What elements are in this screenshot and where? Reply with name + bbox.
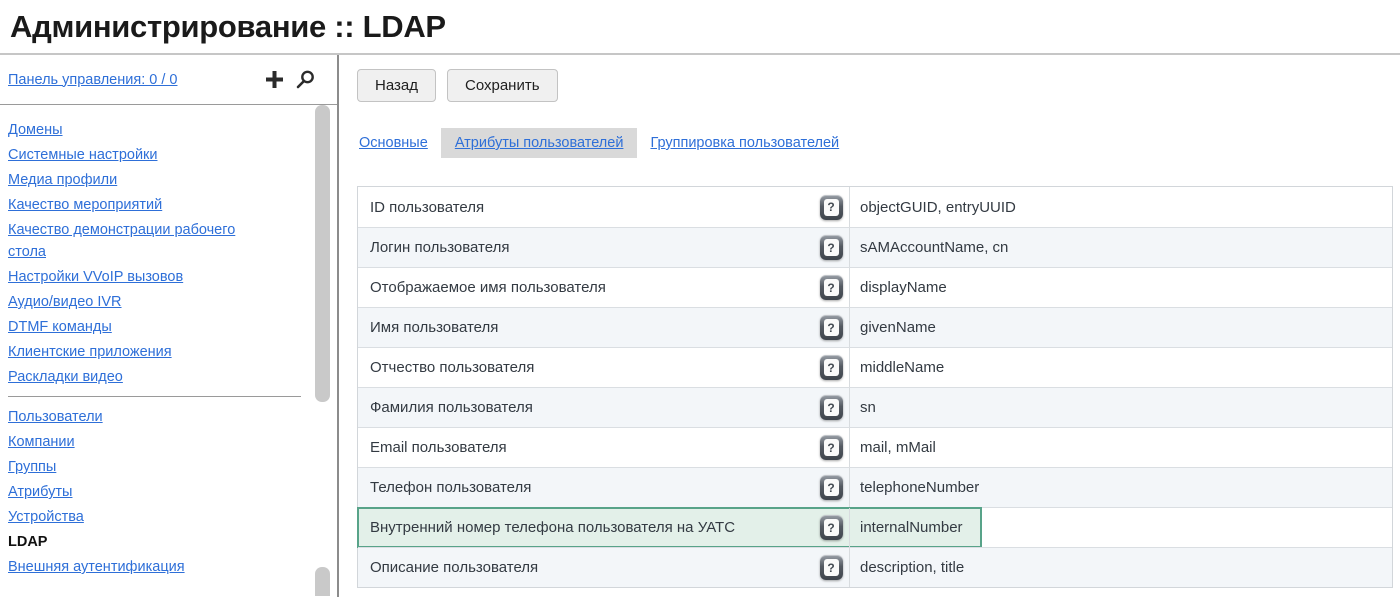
toolbar: Назад Сохранить: [357, 69, 1400, 102]
sidebar: Панель управления: 0 / 0 Домены Системные…: [0, 55, 339, 597]
attr-label: Имя пользователя: [358, 319, 813, 336]
sidebar-item-media-profiles[interactable]: Медиа профили: [8, 172, 117, 188]
help-icon[interactable]: ?: [820, 515, 843, 540]
attr-label: Телефон пользователя: [358, 479, 813, 496]
page-header: Администрирование :: LDAP: [0, 0, 1400, 55]
sidebar-group-directory: Пользователи Компании Группы Атрибуты Устрой…: [8, 406, 258, 578]
tab-bar: Основные Атрибуты пользователей Группировк…: [357, 127, 1400, 159]
control-panel-link[interactable]: Панель управления: 0 / 0: [8, 72, 177, 88]
back-button[interactable]: Назад: [357, 69, 436, 102]
attr-label: ID пользователя: [358, 199, 813, 216]
sidebar-item-companies[interactable]: Компании: [8, 434, 75, 450]
sidebar-item-external-auth[interactable]: Внешняя аутентификация: [8, 559, 185, 575]
save-button[interactable]: Сохранить: [447, 69, 558, 102]
table-row-user-last-name: Фамилия пользователя? sn: [358, 387, 1392, 427]
help-icon[interactable]: ?: [820, 395, 843, 420]
help-icon[interactable]: ?: [820, 275, 843, 300]
attributes-table: ID пользователя?objectGUID, entryUUIDЛог…: [357, 186, 1393, 588]
tab-user-attributes[interactable]: Атрибуты пользователей: [441, 128, 638, 158]
sidebar-header-icons: [266, 70, 315, 89]
table-row-user-display-name: Отображаемое имя пользователя? displayNam…: [358, 267, 1392, 307]
page-title: Администрирование :: LDAP: [10, 9, 446, 45]
table-row-user-middle-name: Отчество пользователя? middleName: [358, 347, 1392, 387]
content: Панель управления: 0 / 0 Домены Системные…: [0, 55, 1400, 597]
attr-value: mail, mMail: [849, 428, 1392, 467]
page: Администрирование :: LDAP Панель управле…: [0, 0, 1400, 597]
table-row-user-id: ID пользователя? objectGUID, entryUUID: [358, 187, 1392, 227]
help-icon[interactable]: ?: [820, 235, 843, 260]
add-icon[interactable]: [266, 71, 283, 88]
sidebar-item-screen-share-quality[interactable]: Качество демонстрации рабочего стола: [8, 222, 235, 260]
help-glyph: ?: [824, 479, 839, 496]
sidebar-group-system: Домены Системные настройки Медиа профили Ка…: [8, 119, 258, 388]
help-glyph: ?: [824, 519, 839, 536]
scrollbar-thumb-upper[interactable]: [315, 105, 330, 402]
sidebar-item-groups[interactable]: Группы: [8, 459, 56, 475]
search-icon[interactable]: [296, 70, 315, 89]
help-icon[interactable]: ?: [820, 355, 843, 380]
main-panel: Назад Сохранить Основные Атрибуты пользов…: [339, 55, 1400, 597]
sidebar-item-devices[interactable]: Устройства: [8, 509, 84, 525]
table-row-user-internal-number: Внутренний номер телефона пользователя н…: [358, 507, 1392, 547]
sidebar-item-ldap: LDAP: [8, 534, 47, 550]
help-icon[interactable]: ?: [820, 315, 843, 340]
sidebar-divider: [8, 396, 301, 397]
help-icon[interactable]: ?: [820, 555, 843, 580]
help-glyph: ?: [824, 399, 839, 416]
table-row-user-login: Логин пользователя? sAMAccountName, cn: [358, 227, 1392, 267]
sidebar-item-video-layouts[interactable]: Раскладки видео: [8, 369, 123, 385]
sidebar-item-system-settings[interactable]: Системные настройки: [8, 147, 158, 163]
attr-value: sn: [849, 388, 1392, 427]
attr-label: Email пользователя: [358, 439, 813, 456]
tab-user-grouping[interactable]: Группировка пользователей: [648, 135, 841, 151]
scrollbar-thumb-lower[interactable]: [315, 567, 330, 596]
attr-label: Описание пользователя: [358, 559, 813, 576]
help-glyph: ?: [824, 439, 839, 456]
sidebar-item-attributes[interactable]: Атрибуты: [8, 484, 72, 500]
table-row-user-first-name: Имя пользователя? givenName: [358, 307, 1392, 347]
attr-label: Отчество пользователя: [358, 359, 813, 376]
sidebar-item-vvoip-call-settings[interactable]: Настройки VVoIP вызовов: [8, 269, 183, 285]
help-icon[interactable]: ?: [820, 475, 843, 500]
attr-value: middleName: [849, 348, 1392, 387]
sidebar-header: Панель управления: 0 / 0: [0, 55, 337, 105]
table-row-user-phone: Телефон пользователя? telephoneNumber: [358, 467, 1392, 507]
table-row-user-description: Описание пользователя? description, title: [358, 547, 1392, 587]
tab-basic[interactable]: Основные: [357, 135, 430, 151]
table-row-user-email: Email пользователя? mail, mMail: [358, 427, 1392, 467]
sidebar-item-domains[interactable]: Домены: [8, 122, 63, 138]
sidebar-item-audio-video-ivr[interactable]: Аудио/видео IVR: [8, 294, 122, 310]
attr-value: objectGUID, entryUUID: [849, 187, 1392, 227]
attr-value: description, title: [849, 548, 1392, 587]
sidebar-item-client-apps[interactable]: Клиентские приложения: [8, 344, 172, 360]
attr-value: givenName: [849, 308, 1392, 347]
attr-label: Логин пользователя: [358, 239, 813, 256]
help-glyph: ?: [824, 359, 839, 376]
help-glyph: ?: [824, 279, 839, 296]
attr-value: telephoneNumber: [849, 468, 1392, 507]
sidebar-item-dtmf-commands[interactable]: DTMF команды: [8, 319, 112, 335]
attr-label: Фамилия пользователя: [358, 399, 813, 416]
sidebar-item-users[interactable]: Пользователи: [8, 409, 103, 425]
attr-label: Отображаемое имя пользователя: [358, 279, 813, 296]
help-glyph: ?: [824, 199, 839, 216]
help-glyph: ?: [824, 239, 839, 256]
attr-value: displayName: [849, 268, 1392, 307]
sidebar-nav: Домены Системные настройки Медиа профили Ка…: [0, 105, 337, 596]
help-glyph: ?: [824, 319, 839, 336]
attr-value: internalNumber: [849, 508, 1392, 547]
help-glyph: ?: [824, 559, 839, 576]
attr-label: Внутренний номер телефона пользователя н…: [358, 519, 813, 536]
help-icon[interactable]: ?: [820, 195, 843, 220]
help-icon[interactable]: ?: [820, 435, 843, 460]
attr-value: sAMAccountName, cn: [849, 228, 1392, 267]
sidebar-item-event-quality[interactable]: Качество мероприятий: [8, 197, 162, 213]
